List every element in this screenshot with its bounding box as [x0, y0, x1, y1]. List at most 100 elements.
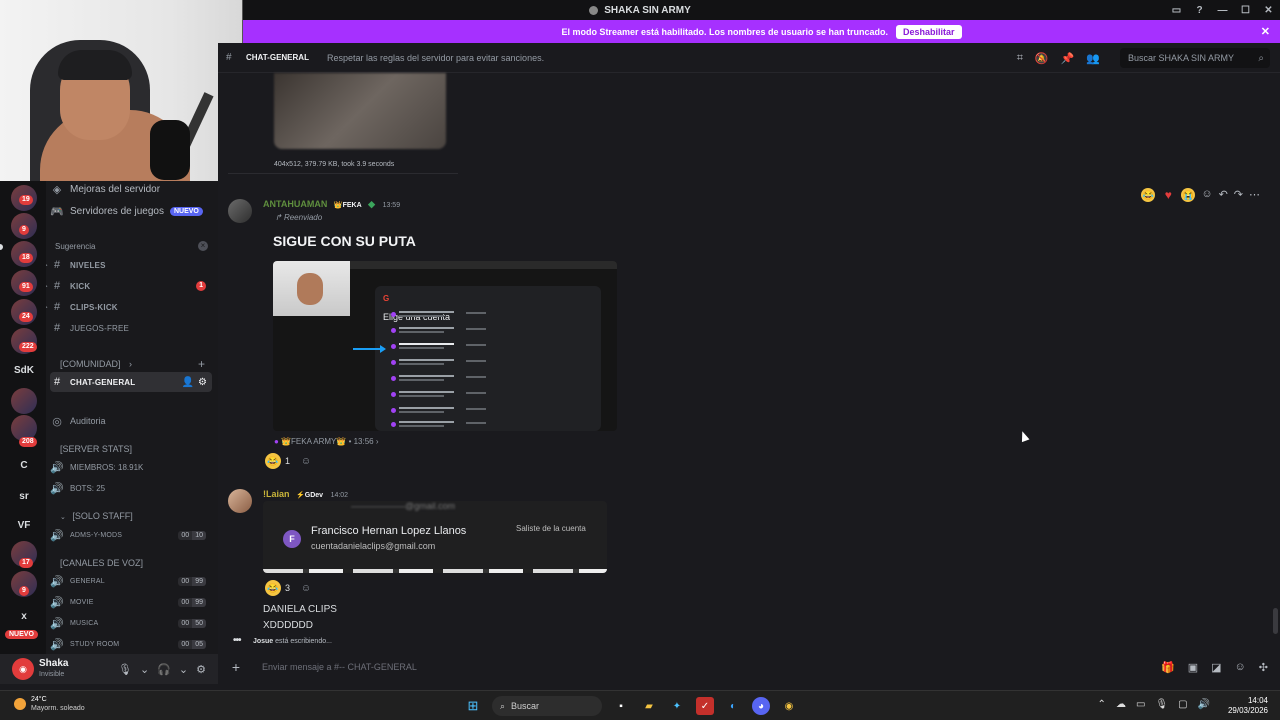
headphones-icon[interactable]: 🎧 [157, 663, 171, 676]
apps-icon[interactable]: ✣ [1259, 661, 1268, 674]
add-reaction-icon[interactable]: ☺ [298, 453, 314, 469]
game-servers-item[interactable]: 🎮 Servidores de juegos NUEVO [50, 201, 212, 221]
channel-chat-general[interactable]: # CHAT-GENERAL 👤 ⚙ [50, 372, 212, 392]
dismiss-icon[interactable]: × [198, 241, 208, 251]
message-input[interactable]: Enviar mensaje a #-- CHAT-GENERAL [262, 662, 417, 672]
typing-user: Josue [252, 638, 274, 645]
gear-icon[interactable]: ⚙ [196, 663, 206, 676]
add-channel-icon[interactable]: + [198, 357, 205, 371]
gift-icon[interactable]: 🎁 [1161, 661, 1175, 674]
sticker-icon[interactable]: ◪ [1211, 661, 1221, 674]
voice-channel-study-room[interactable]: 🔊 STUDY ROOM 00 05 [50, 634, 212, 654]
tray-app-icon[interactable]: ▭ [1136, 699, 1145, 710]
maximize-button[interactable]: ☐ [1234, 5, 1257, 16]
category-comunidad[interactable]: [COMUNIDAD] › [60, 359, 132, 369]
server-icon-sdk[interactable]: SdK [11, 357, 37, 383]
voice-count-users: 00 [178, 530, 193, 540]
avatar[interactable] [228, 489, 252, 513]
author-name[interactable]: ANTAHUAMAN [263, 199, 327, 209]
weather-widget[interactable]: 24°C Mayorm. soleado [14, 695, 85, 713]
forward-icon[interactable]: ↷ [1234, 188, 1243, 202]
app-icon[interactable]: ✓ [696, 697, 714, 715]
stat-bots[interactable]: 🔊 BOTS: 25 [50, 478, 212, 498]
minimize-button[interactable]: — [1211, 5, 1234, 16]
channel-adms-y-mods[interactable]: 🔊 ADMS-Y-MODS 00 10 [50, 525, 212, 545]
avatar[interactable] [228, 199, 252, 223]
add-reaction-icon[interactable]: ☺ [1201, 188, 1212, 202]
blurred-image-attachment[interactable] [274, 73, 446, 149]
server-icon[interactable] [11, 388, 37, 414]
server-icon-sr[interactable]: sr [11, 483, 37, 509]
attach-plus-icon[interactable]: + [226, 659, 246, 675]
windows-start-icon[interactable]: ⊞ [464, 697, 482, 715]
edge-icon[interactable]: ◐ [724, 697, 742, 715]
file-explorer-icon[interactable]: ▰ [640, 697, 658, 715]
reaction-laugh[interactable]: 😂 3 ☺ [265, 580, 314, 596]
add-reaction-icon[interactable]: ☺ [298, 580, 314, 596]
voice-channel-general[interactable]: 🔊 GENERAL 00 99 [50, 571, 212, 591]
author-name[interactable]: !Laian [263, 489, 290, 499]
discord-icon[interactable]: ◕ [752, 697, 770, 715]
emoji-icon[interactable]: ☺ [1235, 661, 1246, 674]
pin-icon[interactable]: 📌 [1061, 52, 1075, 65]
server-icon-x[interactable]: x [11, 603, 37, 629]
threads-icon[interactable]: ⌗ [1017, 52, 1023, 65]
channel-niveles[interactable]: ▸ # NIVELES [46, 255, 212, 275]
chrome-icon[interactable]: ◉ [780, 697, 798, 715]
chevron-up-icon[interactable]: ⌃ [1098, 699, 1106, 710]
avatar[interactable]: ◉ [12, 658, 34, 680]
chevron-down-icon[interactable]: ⌄ [179, 663, 188, 676]
heart-reaction-icon[interactable]: ♥ [1161, 188, 1175, 202]
scrollbar[interactable] [1273, 608, 1278, 634]
help-icon[interactable]: ? [1188, 5, 1211, 16]
microphone-icon[interactable]: 🎙 [118, 663, 132, 676]
members-icon[interactable]: 👥 [1086, 52, 1100, 65]
category-server-stats[interactable]: [SERVER STATS] [60, 444, 132, 454]
gif-icon[interactable]: ▣ [1188, 661, 1198, 674]
user-info[interactable]: Shaka Invisible [39, 658, 68, 680]
search-input[interactable]: Buscar SHAKA SIN ARMY ⌕ [1120, 48, 1270, 68]
close-icon[interactable]: ✕ [1261, 25, 1270, 38]
server-tag[interactable]: ⚡GDev [296, 491, 323, 499]
invite-icon[interactable]: 👤 [182, 377, 194, 388]
gear-icon[interactable]: ⚙ [198, 377, 207, 388]
volume-icon[interactable]: 🔊 [1198, 699, 1210, 710]
voice-channel-musica[interactable]: 🔊 MUSICA 00 50 [50, 613, 212, 633]
reply-icon[interactable]: ↶ [1219, 188, 1228, 202]
display-icon[interactable]: ▢ [1178, 699, 1187, 710]
channel-auditoria[interactable]: ◎ Auditoria [50, 411, 212, 431]
reaction-laugh[interactable]: 😂 1 ☺ [265, 453, 314, 469]
voice-count-users: 00 [178, 597, 193, 607]
onedrive-icon[interactable]: ☁ [1116, 699, 1126, 710]
stat-members[interactable]: 🔊 MIEMBROS: 18.91k [50, 457, 212, 477]
copilot-icon[interactable]: ✦ [668, 697, 686, 715]
taskbar-search[interactable]: ⌕ Buscar [492, 696, 602, 716]
inbox-icon[interactable]: ▭ [1165, 5, 1188, 16]
category-solo-staff[interactable]: ⌄ [SOLO STAFF] [60, 511, 133, 521]
microphone-icon[interactable]: 🎙 [1155, 699, 1168, 710]
notifications-icon[interactable]: 🔕 [1035, 52, 1049, 65]
server-icon-c[interactable]: C [11, 452, 37, 478]
clock[interactable]: 14:04 29/03/2026 [1228, 696, 1268, 716]
channel-kick[interactable]: ▸ # KICK 1 [46, 276, 212, 296]
category-canales-de-voz[interactable]: [CANALES DE VOZ] [60, 558, 143, 568]
server-icon-vf[interactable]: VF [11, 512, 37, 538]
laugh-reaction-icon[interactable]: 😂 [1141, 188, 1156, 202]
more-icon[interactable]: ⋯ [1249, 188, 1260, 202]
server-tag[interactable]: 👑FEKA [334, 201, 362, 209]
screenshot-attachment[interactable]: ——————@gmail.com F Francisco Hernan Lope… [263, 501, 607, 573]
screenshot-attachment[interactable]: G Elige una cuenta [273, 261, 617, 431]
forward-source[interactable]: ● 👑FEKA ARMY👑 • 13:56 › [274, 437, 379, 446]
task-view-icon[interactable]: ▪ [612, 697, 630, 715]
chevron-down-icon[interactable]: ⌄ [140, 663, 149, 676]
voice-channel-movie[interactable]: 🔊 MOVIE 00 99 [50, 592, 212, 612]
channel-clips-kick[interactable]: ▸ # CLIPS-KICK [46, 297, 212, 317]
sad-reaction-icon[interactable]: 😭 [1181, 188, 1196, 202]
message-time: 13:59 [382, 202, 401, 209]
disable-streamer-button[interactable]: Deshabilitar [896, 24, 962, 39]
close-window-button[interactable]: ✕ [1257, 5, 1280, 16]
browser-url-bar [350, 261, 617, 269]
channel-juegos-free[interactable]: # JUEGOS-FREE [50, 318, 212, 338]
server-boost-item[interactable]: ◈ Mejoras del servidor [50, 181, 212, 199]
channel-topic[interactable]: Respetar las reglas del servidor para ev… [327, 53, 544, 63]
